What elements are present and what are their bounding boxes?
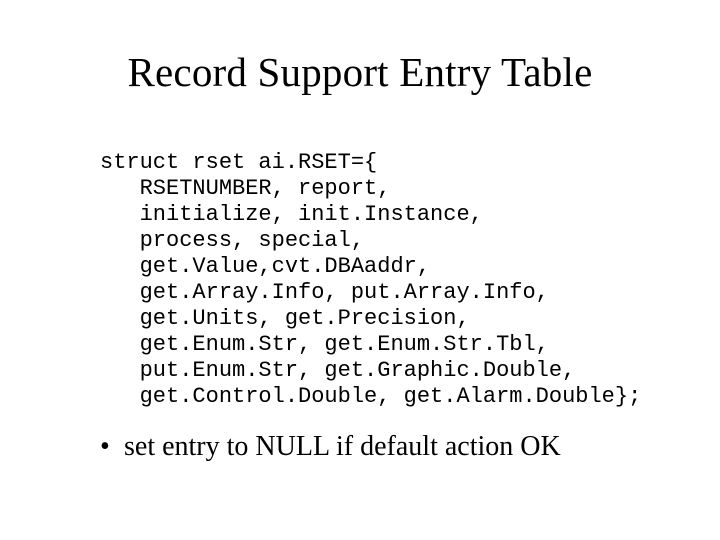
code-line: get.Enum.Str, get.Enum.Str.Tbl, <box>100 332 549 357</box>
code-line: get.Units, get.Precision, <box>100 306 470 331</box>
bullet-text: set entry to NULL if default action OK <box>124 431 561 463</box>
slide-title: Record Support Entry Table <box>0 0 720 116</box>
slide: Record Support Entry Table struct rset a… <box>0 0 720 540</box>
code-line: get.Array.Info, put.Array.Info, <box>100 280 549 305</box>
code-line: get.Control.Double, get.Alarm.Double}; <box>100 384 641 409</box>
code-line: process, special, <box>100 228 364 253</box>
bullet-item: • set entry to NULL if default action OK <box>100 431 720 463</box>
code-line: struct rset ai.RSET={ <box>100 150 377 175</box>
code-line: get.Value,cvt.DBAaddr, <box>100 254 430 279</box>
code-block: struct rset ai.RSET={ RSETNUMBER, report… <box>100 124 720 409</box>
bullet-marker: • <box>100 431 124 463</box>
code-line: initialize, init.Instance, <box>100 202 483 227</box>
code-line: put.Enum.Str, get.Graphic.Double, <box>100 358 575 383</box>
code-line: RSETNUMBER, report, <box>100 176 390 201</box>
